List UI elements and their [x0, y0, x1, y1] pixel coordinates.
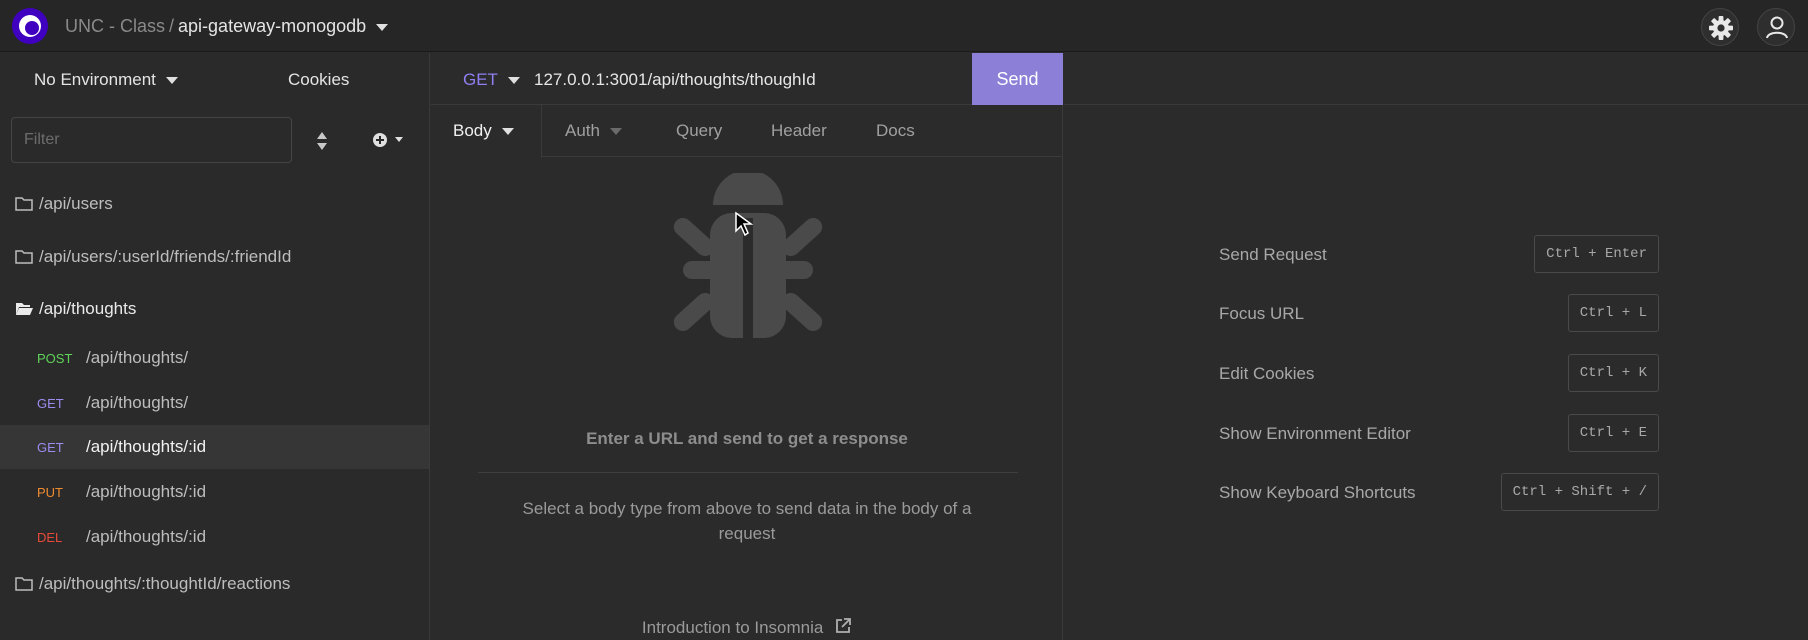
gear-icon [1709, 16, 1733, 40]
tab-label: Auth [565, 121, 600, 140]
shortcut-keys: Ctrl + L [1567, 294, 1659, 332]
plus-circle-icon [373, 133, 403, 147]
top-bar: UNC - Class / api-gateway-monogodb [0, 0, 1808, 52]
folder-label: /api/users [39, 194, 113, 213]
breadcrumb-separator: / [169, 16, 175, 36]
shortcut-label: Send Request [1219, 245, 1327, 264]
folder-row-open[interactable]: /api/thoughts [0, 287, 429, 331]
folder-open-icon [16, 303, 33, 315]
request-row[interactable]: POST /api/thoughts/ [0, 336, 429, 380]
method-badge: GET [37, 439, 64, 455]
tab-auth[interactable]: Auth [565, 105, 622, 157]
method-badge: PUT [37, 484, 63, 500]
folder-row[interactable]: /api/users/:userId/friends/:friendId [0, 235, 429, 279]
shortcut-row: Show Keyboard Shortcuts Ctrl + Shift + / [1219, 473, 1659, 511]
folder-row[interactable]: /api/thoughts/:thoughtId/reactions [0, 562, 429, 606]
cookies-button[interactable]: Cookies [288, 70, 349, 90]
request-row-active[interactable]: GET /api/thoughts/:id [0, 425, 429, 469]
request-path: /api/thoughts/:id [86, 482, 207, 501]
shortcut-label: Show Environment Editor [1219, 424, 1411, 443]
shortcut-row: Send Request Ctrl + Enter [1219, 235, 1659, 273]
user-icon [1766, 16, 1788, 39]
folder-icon [15, 197, 33, 211]
breadcrumb-org[interactable]: UNC - Class [65, 16, 165, 36]
shortcut-label: Show Keyboard Shortcuts [1219, 483, 1416, 502]
method-badge: DEL [37, 529, 63, 545]
request-panel: GET 127.0.0.1:3001/api/thoughts/thoughId… [431, 53, 1063, 640]
folder-label: /api/thoughts/:thoughtId/reactions [39, 574, 291, 593]
insomnia-logo-icon[interactable] [12, 8, 48, 44]
external-link-icon [836, 618, 851, 633]
chevron-down-icon [501, 128, 514, 136]
add-request-button[interactable] [370, 129, 410, 151]
chevron-down-icon [165, 77, 178, 85]
tab-docs[interactable]: Docs [876, 105, 915, 157]
shortcut-keys: Ctrl + Shift + / [1500, 473, 1659, 511]
request-path: /api/thoughts/ [86, 393, 189, 412]
shortcut-row: Focus URL Ctrl + L [1219, 294, 1659, 332]
folder-icon [15, 577, 33, 591]
folder-icon [15, 250, 33, 264]
sidebar: No Environment Cookies /api/users /api/u… [0, 53, 430, 640]
filter-input[interactable] [11, 117, 292, 163]
shortcut-keys: Ctrl + Enter [1534, 235, 1659, 273]
tab-label: Body [453, 121, 492, 140]
tab-body[interactable]: Body [431, 105, 542, 158]
shortcut-row: Show Environment Editor Ctrl + E [1219, 414, 1659, 452]
request-row[interactable]: PUT /api/thoughts/:id [0, 470, 429, 514]
sort-button[interactable] [312, 129, 332, 153]
shortcut-row: Edit Cookies Ctrl + K [1219, 354, 1659, 392]
bug-icon [673, 173, 823, 338]
method-badge: POST [37, 350, 73, 366]
folder-label: /api/thoughts [39, 299, 137, 318]
response-header-bar [1064, 53, 1808, 105]
folder-row[interactable]: /api/users [0, 182, 429, 226]
request-path: /api/thoughts/:id [86, 437, 207, 456]
request-path: /api/thoughts/:id [86, 527, 207, 546]
empty-response-title: Enter a URL and send to get a response [586, 429, 908, 448]
intro-link[interactable]: Introduction to Insomnia [431, 617, 1063, 638]
tab-query[interactable]: Query [676, 105, 722, 157]
chevron-down-icon [609, 128, 622, 136]
request-row[interactable]: DEL /api/thoughts/:id [0, 515, 429, 559]
breadcrumb: UNC - Class / api-gateway-monogodb [65, 16, 389, 37]
request-row[interactable]: GET /api/thoughts/ [0, 381, 429, 425]
sort-icon [317, 132, 327, 150]
url-bar: GET 127.0.0.1:3001/api/thoughts/thoughId… [431, 53, 1063, 105]
shortcut-keys: Ctrl + E [1567, 414, 1659, 452]
shortcut-label: Focus URL [1219, 304, 1305, 323]
intro-link-label: Introduction to Insomnia [641, 618, 824, 637]
send-button[interactable]: Send [972, 53, 1063, 105]
url-input[interactable]: 127.0.0.1:3001/api/thoughts/thoughId [534, 70, 816, 90]
account-button[interactable] [1757, 8, 1795, 46]
method-label: GET [463, 70, 498, 89]
breadcrumb-project[interactable]: api-gateway-monogodb [178, 16, 366, 36]
tab-header[interactable]: Header [771, 105, 827, 157]
chevron-down-icon [507, 77, 520, 85]
empty-body-hint: Select a body type from above to send da… [522, 499, 972, 543]
response-panel: Send Request Ctrl + Enter Focus URL Ctrl… [1064, 53, 1808, 640]
request-tabs: Body Auth Query Header Docs [431, 105, 1063, 158]
divider [478, 472, 1018, 473]
settings-button[interactable] [1701, 8, 1739, 46]
chevron-down-icon[interactable] [376, 23, 389, 31]
request-path: /api/thoughts/ [86, 348, 189, 367]
environment-selector[interactable]: No Environment [34, 70, 178, 90]
environment-label: No Environment [34, 70, 156, 89]
method-selector[interactable]: GET [463, 70, 520, 90]
shortcut-label: Edit Cookies [1219, 364, 1315, 383]
folder-label: /api/users/:userId/friends/:friendId [39, 247, 292, 266]
shortcut-keys: Ctrl + K [1567, 354, 1659, 392]
method-badge: GET [37, 395, 64, 411]
